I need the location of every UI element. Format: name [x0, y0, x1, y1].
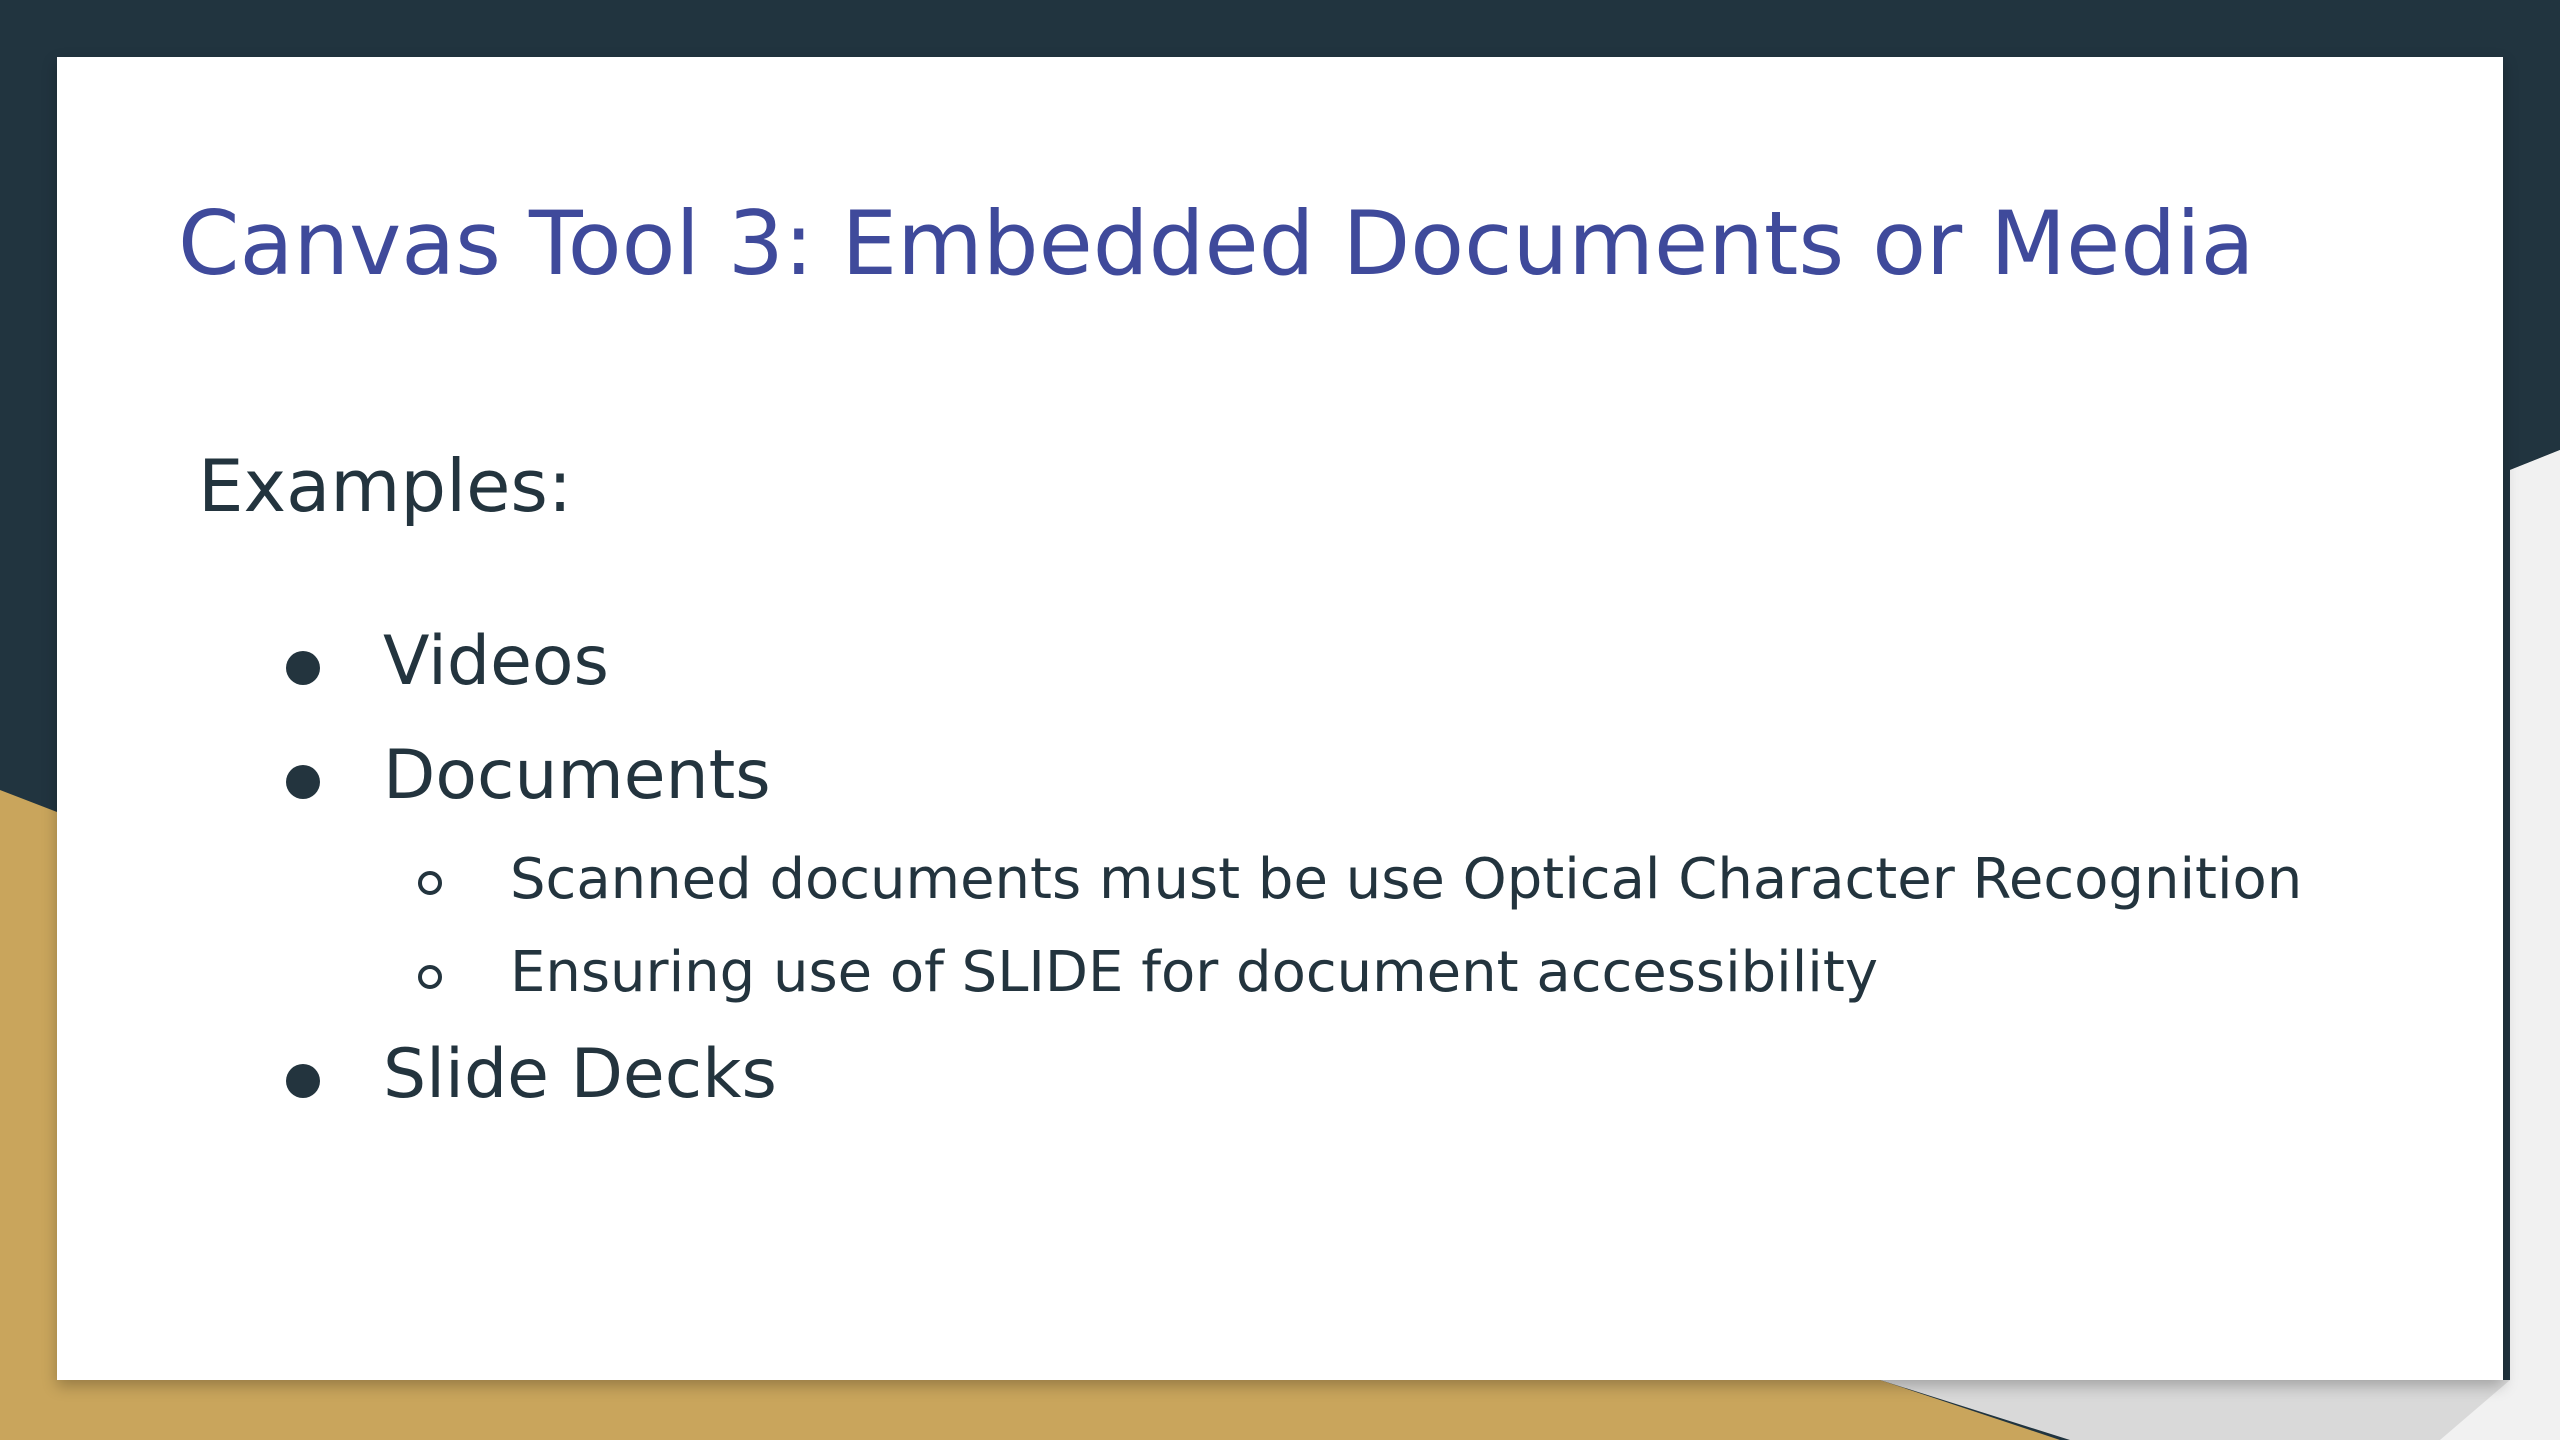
slide-title: Canvas Tool 3: Embedded Documents or Med… — [178, 192, 2255, 295]
hollow-circle-bullet-icon — [418, 871, 442, 895]
filled-circle-bullet-icon — [286, 765, 320, 799]
sublist-item-label: Scanned documents must be use Optical Ch… — [510, 847, 2303, 912]
filled-circle-bullet-icon — [286, 651, 320, 685]
list-item-label: Documents — [383, 736, 771, 815]
filled-circle-bullet-icon — [286, 1064, 320, 1098]
sublist-item-label: Ensuring use of SLIDE for document acces… — [510, 940, 1878, 1005]
examples-heading: Examples: — [198, 444, 573, 528]
list-item-label: Slide Decks — [383, 1035, 777, 1114]
list-item-label: Videos — [383, 622, 609, 701]
hollow-circle-bullet-icon — [418, 965, 442, 989]
